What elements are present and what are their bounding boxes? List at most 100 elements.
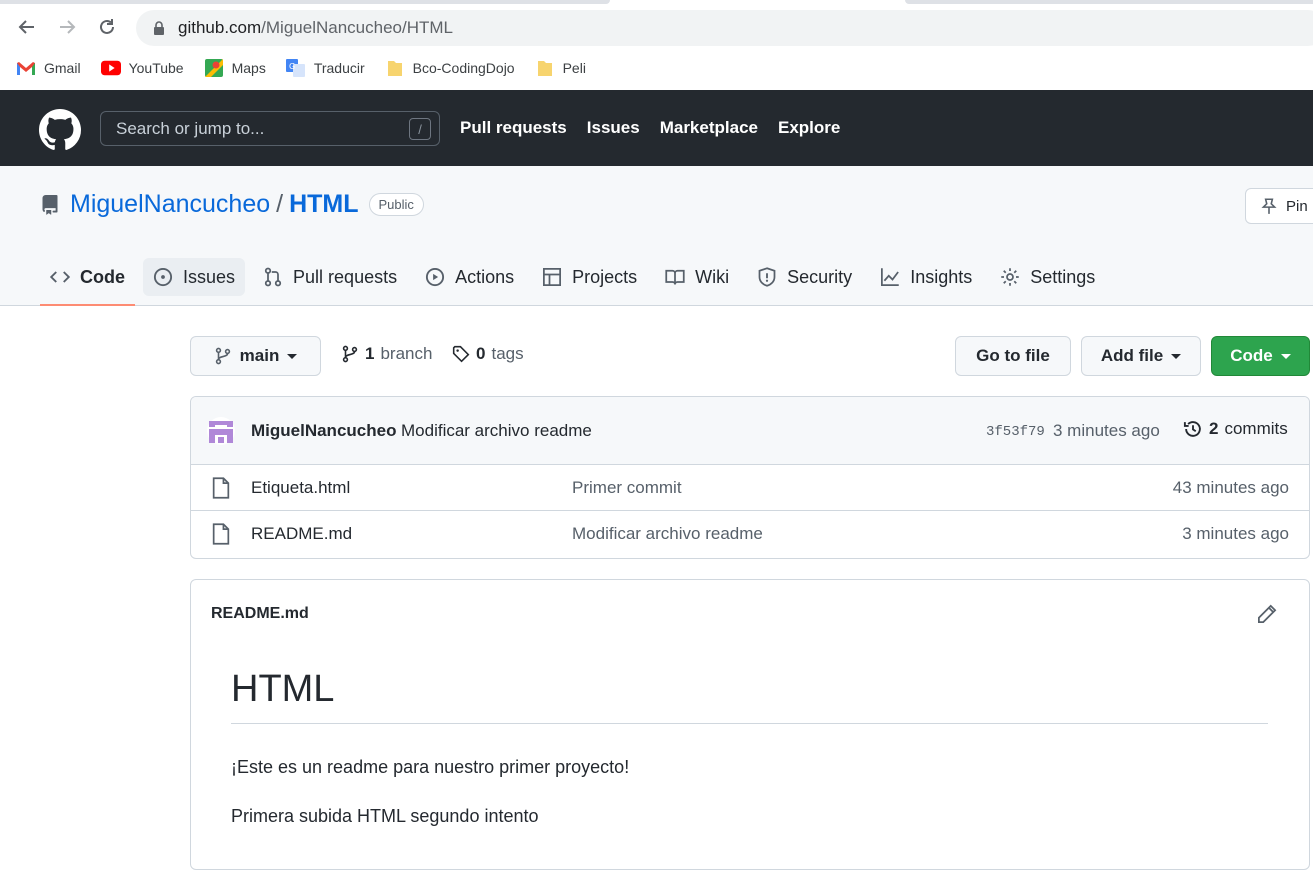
tab-pull-requests[interactable]: Pull requests <box>253 258 407 296</box>
tab-issues[interactable]: Issues <box>143 258 246 296</box>
repo-owner-link[interactable]: MiguelNancucheo <box>70 190 270 219</box>
address-bar[interactable]: github.com/MiguelNancucheo/HTML <box>136 10 1313 46</box>
branch-label: branch <box>380 344 433 363</box>
file-row: README.md Modificar archivo readme 3 min… <box>191 511 1309 557</box>
repo-tabs: Code Issues Pull requests Actions Projec… <box>40 258 1105 306</box>
lock-icon <box>154 21 164 35</box>
pin-label: Pin <box>1286 197 1308 215</box>
pin-button[interactable]: Pin <box>1245 188 1313 224</box>
forward-button[interactable] <box>52 12 82 42</box>
back-button[interactable] <box>12 12 42 42</box>
tab-actions[interactable]: Actions <box>415 258 524 296</box>
tab-settings[interactable]: Settings <box>990 258 1105 296</box>
readme-filename[interactable]: README.md <box>211 605 309 623</box>
git-branch-icon <box>215 347 230 365</box>
bookmark-label: YouTube <box>128 60 184 76</box>
visibility-badge: Public <box>368 193 424 216</box>
search-input[interactable]: Search or jump to... / <box>100 111 440 146</box>
repo-name-link[interactable]: HTML <box>289 190 358 219</box>
tab-label: Wiki <box>695 266 730 287</box>
commit-author-link[interactable]: MiguelNancucheo <box>251 421 396 441</box>
branch-name: main <box>239 346 280 365</box>
commit-sha-link[interactable]: 3f53f79 <box>986 424 1045 440</box>
book-icon <box>665 269 685 285</box>
latest-commit-row: MiguelNancucheo Modificar archivo readme… <box>191 397 1309 465</box>
tab-code[interactable]: Code <box>40 258 135 306</box>
commit-count: 2 <box>1209 419 1219 438</box>
browser-toolbar: github.com/MiguelNancucheo/HTML Gmail Yo… <box>0 0 1313 90</box>
avatar[interactable] <box>207 417 235 445</box>
play-icon <box>426 267 445 287</box>
tab-projects[interactable]: Projects <box>532 258 647 296</box>
graph-icon <box>881 268 900 286</box>
bookmark-maps[interactable]: Maps <box>204 59 266 77</box>
file-age: 43 minutes ago <box>1172 478 1289 497</box>
nav-marketplace[interactable]: Marketplace <box>660 118 758 138</box>
file-commit-message-link[interactable]: Primer commit <box>572 478 682 498</box>
bookmark-traducir[interactable]: G Traducir <box>285 59 365 77</box>
nav-pull-requests[interactable]: Pull requests <box>460 118 567 138</box>
tab-label: Issues <box>183 266 236 287</box>
branch-select-button[interactable]: main <box>190 336 321 376</box>
code-icon <box>50 271 70 283</box>
readme-heading: HTML <box>231 668 1268 724</box>
file-age: 3 minutes ago <box>1182 524 1289 543</box>
search-placeholder: Search or jump to... <box>116 118 265 138</box>
file-icon <box>212 523 230 545</box>
tab-label: Code <box>80 266 125 287</box>
go-to-file-button[interactable]: Go to file <box>955 336 1071 376</box>
tab-wiki[interactable]: Wiki <box>655 258 739 296</box>
reload-icon <box>100 19 114 34</box>
tab-label: Security <box>787 266 853 287</box>
add-file-label: Add file <box>1100 346 1164 365</box>
tab-security[interactable]: Security <box>747 258 862 296</box>
github-logo-icon[interactable] <box>39 109 81 151</box>
bookmark-peli[interactable]: Peli <box>535 59 586 77</box>
file-name-link[interactable]: README.md <box>251 524 352 544</box>
bookmark-label: Bco-CodingDojo <box>412 60 515 76</box>
table-icon <box>543 268 562 286</box>
code-button[interactable]: Code <box>1211 336 1310 376</box>
file-icon <box>212 477 230 499</box>
branch-count: 1 <box>365 344 375 363</box>
readme-paragraph: Primera subida HTML segundo intento <box>231 806 539 826</box>
pencil-icon[interactable] <box>1257 604 1277 624</box>
caret-down-icon <box>1171 353 1182 359</box>
commits-history-link[interactable]: 2 commits <box>1183 419 1288 439</box>
gmail-icon <box>16 59 36 77</box>
tag-count: 0 <box>476 344 486 363</box>
tab-label: Pull requests <box>293 266 398 287</box>
commit-label: commits <box>1224 419 1288 438</box>
bookmark-gmail[interactable]: Gmail <box>16 59 81 77</box>
commit-message-link[interactable]: Modificar archivo readme <box>401 421 592 441</box>
tags-link[interactable]: 0 tags <box>452 344 524 364</box>
caret-down-icon <box>1280 353 1291 359</box>
tab-strip-edge <box>905 0 1313 4</box>
folder-icon <box>385 59 405 77</box>
file-row: Etiqueta.html Primer commit 43 minutes a… <box>191 465 1309 511</box>
bookmark-youtube[interactable]: YouTube <box>100 59 184 77</box>
history-icon <box>1183 421 1201 437</box>
nav-explore[interactable]: Explore <box>778 118 840 138</box>
tab-strip-edge <box>0 0 610 4</box>
tab-insights[interactable]: Insights <box>870 258 982 296</box>
branches-link[interactable]: 1 branch <box>341 344 432 364</box>
tab-label: Actions <box>455 266 515 287</box>
translate-icon: G <box>285 59 306 77</box>
file-listing: MiguelNancucheo Modificar archivo readme… <box>190 396 1310 559</box>
nav-issues[interactable]: Issues <box>587 118 640 138</box>
gear-icon <box>1001 268 1019 286</box>
git-pull-request-icon <box>264 267 282 287</box>
bookmark-label: Peli <box>562 60 586 76</box>
search-shortcut-key: / <box>409 118 431 140</box>
file-name-link[interactable]: Etiqueta.html <box>251 478 350 498</box>
file-commit-message-link[interactable]: Modificar archivo readme <box>572 524 763 544</box>
bookmark-bco-codingdojo[interactable]: Bco-CodingDojo <box>385 59 515 77</box>
repo-icon <box>42 194 58 215</box>
folder-icon <box>535 59 555 77</box>
add-file-button[interactable]: Add file <box>1081 336 1201 376</box>
bookmark-label: Traducir <box>313 60 365 76</box>
arrow-left-icon <box>18 20 34 34</box>
reload-button[interactable] <box>92 12 122 42</box>
svg-text:G: G <box>289 62 295 71</box>
